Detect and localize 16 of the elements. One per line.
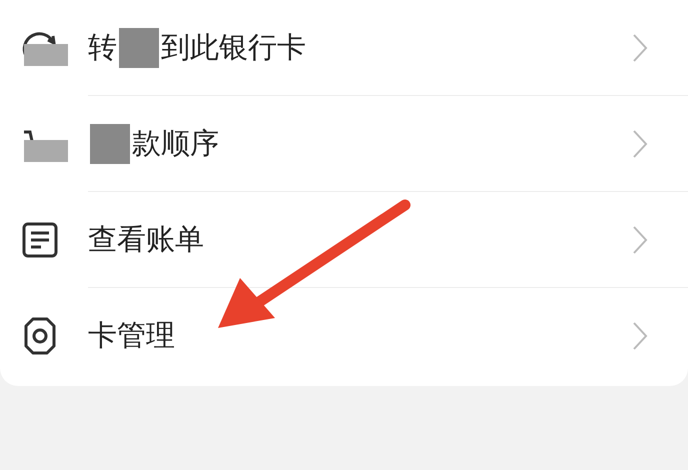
mosaic-block: [119, 28, 159, 68]
chevron-right-icon: [632, 321, 648, 351]
menu-label: 查看账单: [88, 221, 204, 258]
menu-item[interactable]: 查看账单: [0, 192, 688, 288]
chevron-right-icon: [632, 225, 648, 255]
chevron-right-icon: [632, 33, 648, 63]
menu-item[interactable]: 卡管理: [0, 288, 688, 384]
menu-label: 到此银行卡: [161, 29, 306, 66]
menu-item[interactable]: 转 到此银行卡: [0, 0, 688, 96]
document-icon: [20, 220, 60, 260]
mosaic-block: [90, 124, 130, 164]
menu-label: 转: [88, 29, 117, 66]
menu-label: 卡管理: [88, 317, 175, 354]
chevron-right-icon: [632, 129, 648, 159]
menu-item[interactable]: 款顺序: [0, 96, 688, 192]
menu-label: 款顺序: [132, 125, 219, 162]
